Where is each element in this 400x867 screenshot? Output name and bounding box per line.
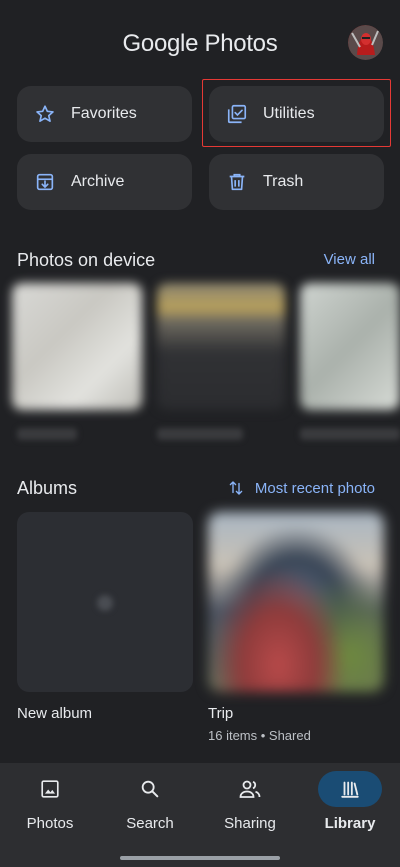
bottom-navigation: Photos Search Sharing Library: [0, 763, 400, 867]
avatar-image: [348, 25, 383, 60]
logo-product: Photos: [204, 30, 278, 57]
device-folder-caption: [157, 428, 243, 440]
device-folder-caption: [17, 428, 77, 440]
trash-label: Trash: [263, 173, 304, 190]
nav-icon-container: [218, 771, 282, 807]
album-name: Trip: [208, 705, 234, 722]
nav-sharing[interactable]: Sharing: [200, 763, 300, 853]
nav-label: Sharing: [224, 815, 276, 832]
nav-icon-container: [118, 771, 182, 807]
library-icon: [341, 781, 359, 798]
album-meta: 16 items • Shared: [208, 728, 311, 743]
device-folder-thumbnail[interactable]: [157, 283, 285, 410]
nav-label: Library: [324, 815, 376, 832]
device-folder-thumbnail[interactable]: [300, 283, 400, 410]
nav-search[interactable]: Search: [100, 763, 200, 853]
sort-label: Most recent photo: [254, 480, 375, 497]
archive-label: Archive: [71, 173, 125, 190]
utilities-tile[interactable]: Utilities: [209, 86, 384, 142]
sort-arrows-icon: [229, 481, 243, 495]
trash-tile[interactable]: Trash: [209, 154, 384, 210]
nav-icon-container: [18, 771, 82, 807]
photos-on-device-title: Photos on device: [17, 250, 156, 270]
utilities-check-icon: [227, 104, 247, 124]
view-all-link[interactable]: View all: [324, 251, 375, 268]
trash-icon: [229, 173, 245, 191]
device-folder-caption: [300, 428, 400, 440]
google-photos-library-screen: Google Photos Favorites Utilities Archiv…: [0, 0, 400, 867]
nav-library[interactable]: Library: [300, 763, 400, 853]
logo-brand: Google: [122, 30, 199, 57]
plus-icon: [97, 595, 113, 611]
archive-tile[interactable]: Archive: [17, 154, 192, 210]
photo-icon: [41, 780, 59, 798]
nav-label: Search: [126, 815, 174, 832]
device-folder-thumbnail[interactable]: [12, 283, 142, 410]
trip-album-thumbnail[interactable]: [208, 512, 384, 692]
archive-icon: [36, 173, 54, 191]
star-outline-icon: [36, 105, 54, 122]
album-name: New album: [17, 705, 93, 722]
gesture-navigation-bar[interactable]: [120, 856, 280, 860]
people-icon: [239, 780, 261, 798]
favorites-tile[interactable]: Favorites: [17, 86, 192, 142]
sort-albums-button[interactable]: Most recent photo: [229, 480, 375, 497]
albums-title: Albums: [17, 478, 78, 498]
app-header: Google Photos: [0, 0, 400, 86]
account-avatar[interactable]: [348, 25, 383, 60]
nav-icon-container: [318, 771, 382, 807]
search-icon: [141, 780, 159, 798]
utilities-label: Utilities: [263, 105, 315, 122]
nav-label: Photos: [26, 815, 74, 832]
favorites-label: Favorites: [71, 105, 137, 122]
google-photos-logo: Google Photos: [0, 30, 400, 58]
nav-photos[interactable]: Photos: [0, 763, 100, 853]
new-album-thumbnail[interactable]: [17, 512, 193, 692]
